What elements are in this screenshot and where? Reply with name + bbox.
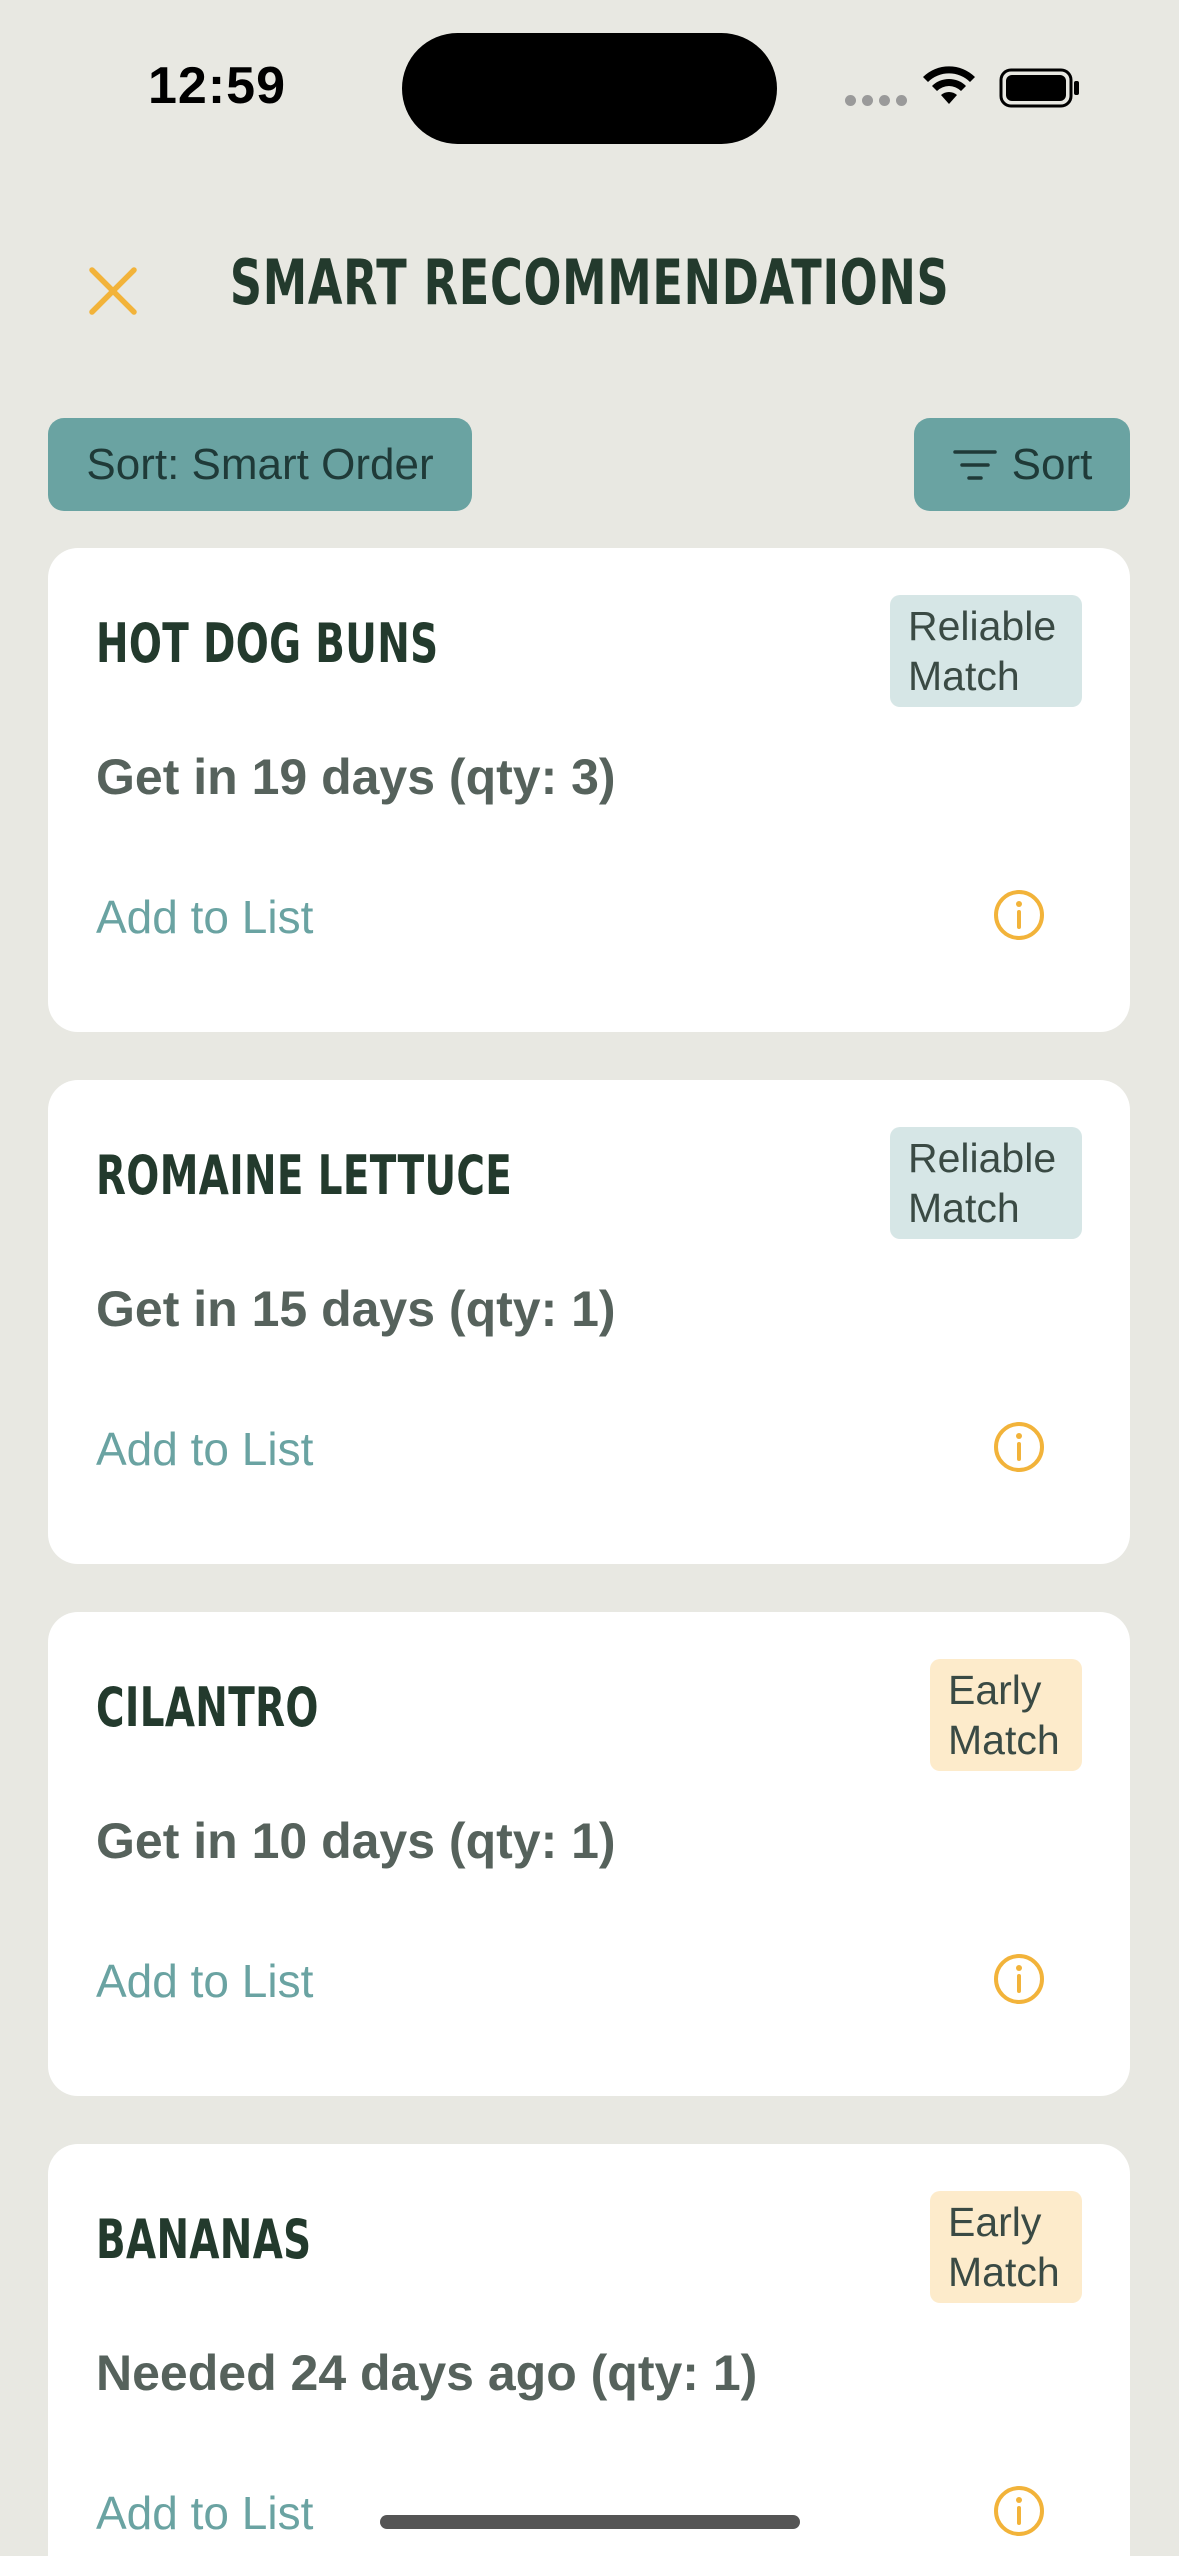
item-name: HOT DOG BUNS xyxy=(96,612,439,675)
sort-lines-icon xyxy=(952,449,997,480)
status-bar: 12:59 xyxy=(0,0,1179,170)
match-badge: Early Match xyxy=(930,2191,1082,2303)
info-icon[interactable] xyxy=(992,1420,1046,1474)
due-text: Get in 19 days (qty: 3) xyxy=(96,749,616,805)
item-name: BANANAS xyxy=(96,2208,312,2271)
match-badge: Reliable Match xyxy=(890,595,1082,707)
add-to-list-button[interactable]: Add to List xyxy=(96,1954,313,2008)
recommendation-card: ROMAINE LETTUCE Reliable Match Get in 15… xyxy=(48,1080,1130,1564)
add-to-list-button[interactable]: Add to List xyxy=(96,890,313,944)
match-badge: Reliable Match xyxy=(890,1127,1082,1239)
home-indicator[interactable] xyxy=(380,2515,800,2529)
page-title: SMART RECOMMENDATIONS xyxy=(229,246,950,319)
due-text: Get in 10 days (qty: 1) xyxy=(96,1813,616,1869)
add-to-list-button[interactable]: Add to List xyxy=(96,2486,313,2540)
sort-button-label: Sort xyxy=(1011,439,1093,489)
recommendation-card: HOT DOG BUNS Reliable Match Get in 19 da… xyxy=(48,548,1130,1032)
status-time: 12:59 xyxy=(148,57,286,115)
wifi-icon xyxy=(923,66,975,104)
match-badge: Early Match xyxy=(930,1659,1082,1771)
close-icon[interactable] xyxy=(84,262,142,320)
info-icon[interactable] xyxy=(992,2484,1046,2538)
sort-mode-chip[interactable]: Sort: Smart Order xyxy=(48,418,472,511)
item-name: CILANTRO xyxy=(96,1676,319,1739)
due-text: Needed 24 days ago (qty: 1) xyxy=(96,2345,758,2401)
add-to-list-button[interactable]: Add to List xyxy=(96,1422,313,1476)
dynamic-island xyxy=(402,33,777,144)
recommendation-card: CILANTRO Early Match Get in 10 days (qty… xyxy=(48,1612,1130,2096)
cellular-signal-icon xyxy=(845,95,907,106)
item-name: ROMAINE LETTUCE xyxy=(96,1144,513,1207)
info-icon[interactable] xyxy=(992,888,1046,942)
battery-icon xyxy=(999,68,1079,108)
recommendation-card: BANANAS Early Match Needed 24 days ago (… xyxy=(48,2144,1130,2556)
info-icon[interactable] xyxy=(992,1952,1046,2006)
sort-button[interactable]: Sort xyxy=(914,418,1130,511)
due-text: Get in 15 days (qty: 1) xyxy=(96,1281,616,1337)
